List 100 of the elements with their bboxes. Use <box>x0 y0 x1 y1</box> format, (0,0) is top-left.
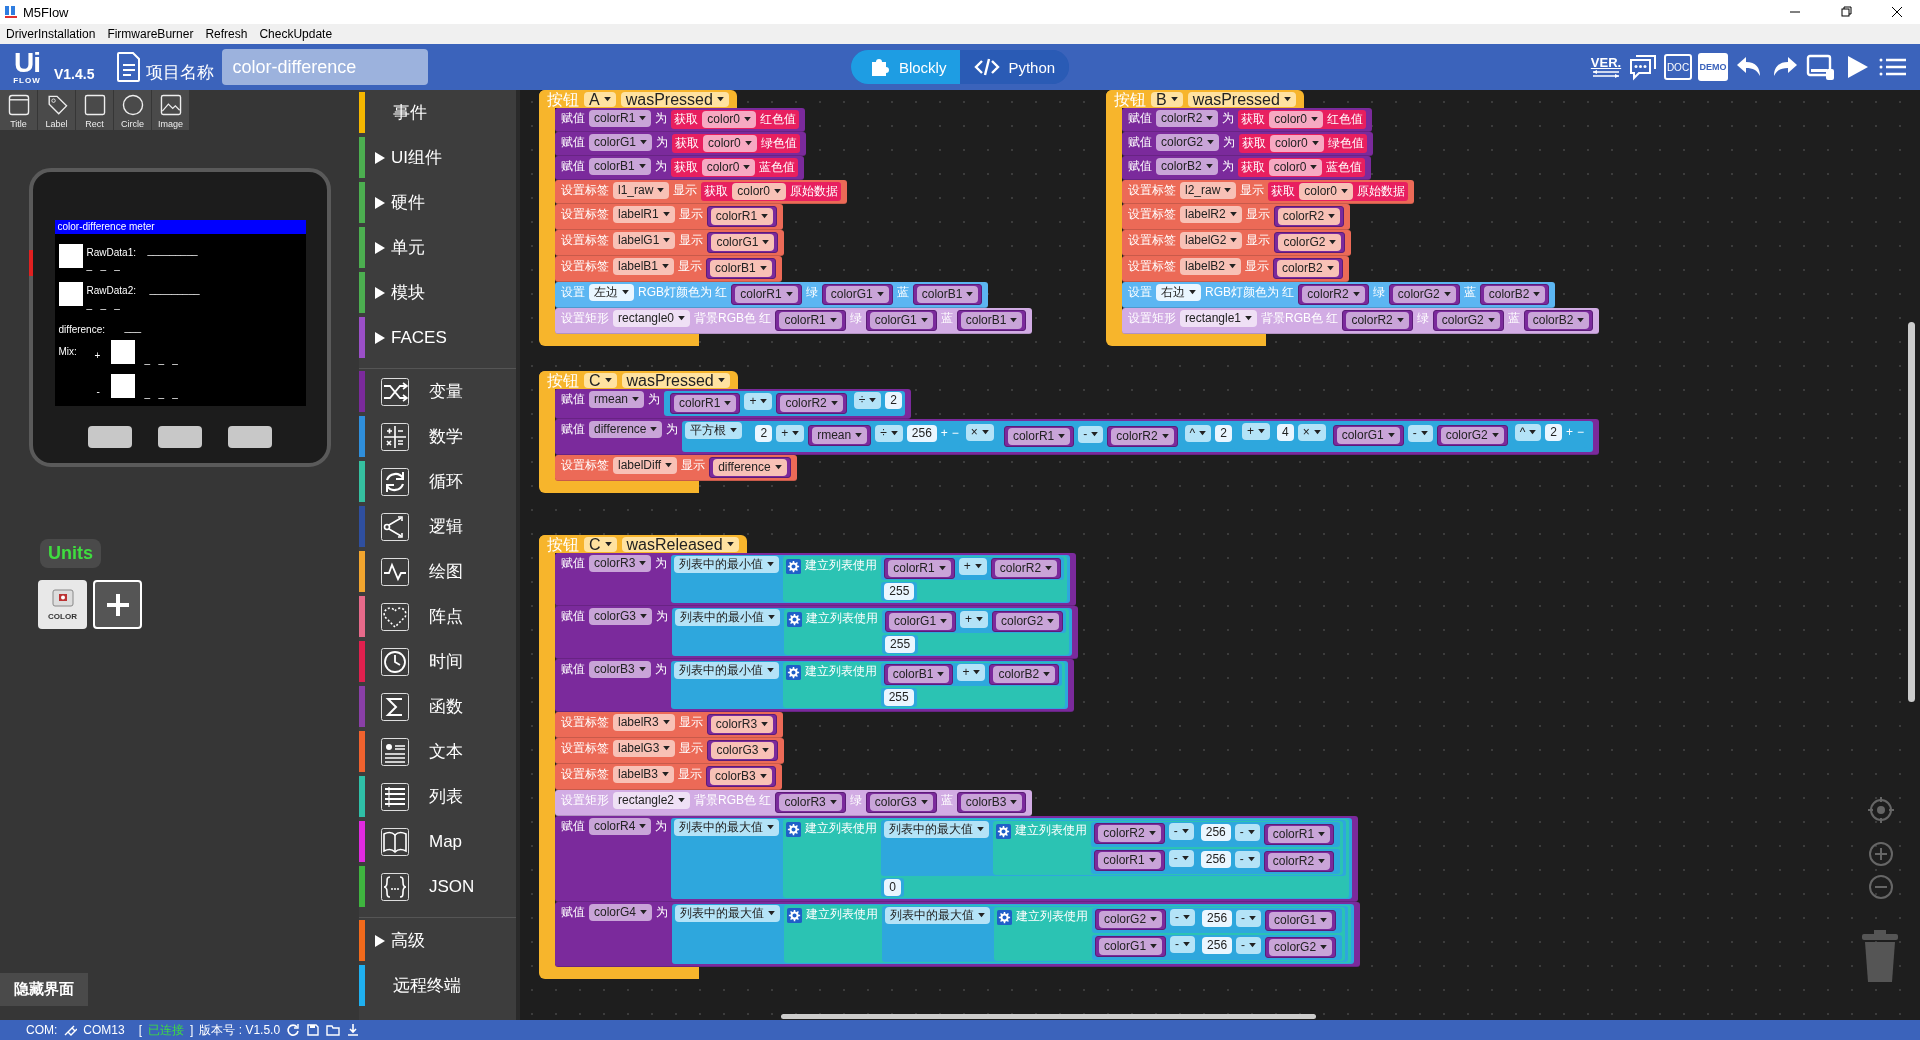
dropdown-field[interactable]: labelG3 <box>613 740 676 757</box>
list-statistic-block[interactable]: 列表中的最大值 建立列表使用 colorG2 - 256 - colorG1 colorG1 - 256 - colorG2 <box>882 906 1349 962</box>
assign-block[interactable]: 赋值 difference 为 平方根 2 + rmean ÷ 256 + − × colorR1 - colorR2 ^ 2 + 4 × colorG1 - colorG2 ^ 2 + − <box>555 419 1600 455</box>
dropdown-field[interactable]: color0 <box>1270 135 1324 152</box>
folder-icon[interactable] <box>326 1023 341 1037</box>
dropdown-field[interactable]: l2_raw <box>1180 182 1237 199</box>
dropdown-field[interactable]: 左边 <box>589 284 634 301</box>
dropdown-field[interactable]: - <box>1170 909 1196 926</box>
gear-icon[interactable] <box>997 910 1013 925</box>
dropdown-field[interactable]: - <box>1078 426 1104 443</box>
dropdown-field[interactable]: labelG2 <box>1180 232 1243 249</box>
math-block[interactable]: colorR1 + colorR2 <box>667 392 850 415</box>
number-field[interactable]: 2 <box>885 392 903 409</box>
gear-icon[interactable] <box>785 665 801 680</box>
dropdown-field[interactable]: colorR2 <box>1156 110 1219 127</box>
math-block[interactable]: colorG1 - 256 - colorG2 <box>1092 935 1343 960</box>
dropdown-field[interactable]: color0 <box>702 111 757 128</box>
dropdown-field[interactable]: + <box>776 425 805 442</box>
dropdown-field[interactable]: C <box>584 372 617 388</box>
dropdown-field[interactable]: C <box>584 536 617 552</box>
dropdown-field[interactable]: - <box>1236 910 1262 927</box>
color-sensor-block[interactable]: 获取 color0 绿色值 <box>1239 134 1367 153</box>
version-history-button[interactable]: VER. <box>1590 56 1622 78</box>
dropdown-field[interactable]: B <box>1151 91 1183 107</box>
set-label-block[interactable]: 设置标签 l2_raw 显示 获取 color0 原始数据 <box>1122 180 1415 204</box>
assign-block[interactable]: 赋值 colorR2 为 获取 color0 红色值 <box>1122 108 1373 132</box>
chat-icon[interactable] <box>1628 52 1658 82</box>
assign-block[interactable]: 赋值 rmean 为 colorR1 + colorR2 ÷ 2 <box>555 389 912 419</box>
rgb-led-block[interactable]: 设置 左边 RGB灯颜色为 红 colorR1 绿 colorG1 蓝 colorB1 <box>555 282 989 308</box>
recenter-icon[interactable] <box>1868 797 1894 823</box>
menu-item[interactable]: FirmwareBurner <box>107 27 194 41</box>
dropdown-field[interactable]: wasPressed <box>1187 91 1296 107</box>
category-item[interactable]: FACES <box>359 315 516 360</box>
dropdown-field[interactable]: colorB2 <box>1156 158 1218 175</box>
dropdown-field[interactable]: ^ <box>1514 424 1542 441</box>
category-item[interactable]: 时间 <box>359 639 516 684</box>
dropdown-field[interactable]: color0 <box>1299 183 1354 200</box>
dropdown-field[interactable]: - <box>1236 937 1262 954</box>
dropdown-field[interactable]: 列表中的最小值 <box>674 556 780 573</box>
dropdown-field[interactable]: color0 <box>703 135 757 152</box>
math-block[interactable]: colorG1 + colorG2 <box>882 610 1067 633</box>
dropdown-field[interactable]: - <box>1407 425 1433 442</box>
set-label-block[interactable]: 设置标签 labelR2 显示 colorR2 <box>1122 204 1351 230</box>
color-sensor-block[interactable]: 获取 color0 红色值 <box>671 110 800 129</box>
math-block[interactable]: colorG2 - 256 - colorG1 <box>1092 908 1343 933</box>
dropdown-field[interactable]: labelR3 <box>613 714 675 731</box>
tool-button[interactable]: Label <box>38 90 75 130</box>
number-field[interactable]: 256 <box>1202 937 1233 954</box>
dropdown-field[interactable]: colorG4 <box>589 904 653 921</box>
dropdown-field[interactable]: labelG1 <box>613 232 676 249</box>
category-item[interactable]: 循环 <box>359 459 516 504</box>
category-item[interactable]: UI组件 <box>359 135 516 180</box>
dropdown-field[interactable]: - <box>1234 824 1260 841</box>
category-item[interactable]: 列表 <box>359 774 516 819</box>
number-field[interactable]: 256 <box>906 425 937 442</box>
color-unit-button[interactable]: COLOR <box>38 580 87 629</box>
dropdown-field[interactable]: + <box>1241 423 1270 440</box>
dropdown-field[interactable]: 列表中的最大值 <box>675 905 781 922</box>
dropdown-field[interactable]: wasPressed <box>620 91 729 107</box>
math-block[interactable]: colorB1 + colorB2 <box>880 663 1063 686</box>
hide-panel-button[interactable]: 隐藏界面 <box>0 973 88 1006</box>
assign-block[interactable]: 赋值 colorR1 为 获取 color0 红色值 <box>555 108 806 132</box>
dropdown-field[interactable]: ÷ <box>853 392 882 409</box>
dropdown-field[interactable]: labelDiff <box>613 457 678 474</box>
dropdown-field[interactable]: 列表中的最大值 <box>885 907 991 924</box>
category-item[interactable]: 逻辑 <box>359 504 516 549</box>
dropdown-field[interactable]: colorG2 <box>1156 134 1220 151</box>
set-label-block[interactable]: 设置标签 labelG2 显示 colorG2 <box>1122 230 1352 256</box>
tool-button[interactable]: Title <box>0 90 37 130</box>
dropdown-field[interactable]: + <box>958 558 987 575</box>
dropdown-field[interactable]: - <box>1234 851 1260 868</box>
dropdown-field[interactable]: rmean <box>589 391 644 408</box>
category-item[interactable]: 模块 <box>359 270 516 315</box>
create-list-block[interactable]: 建立列表使用 列表中的最大值 建立列表使用 colorG2 - 256 - colorG1 colorG1 - 256 - colorG2 <box>784 905 1352 963</box>
set-rectangle-block[interactable]: 设置矩形 rectangle0 背景RGB色 红 colorR1 绿 colorG1 蓝 colorB1 <box>555 308 1033 334</box>
zoom-in-icon[interactable] <box>1868 841 1894 867</box>
dropdown-field[interactable]: wasPressed <box>621 372 730 388</box>
assign-block[interactable]: 赋值 colorB2 为 获取 color0 蓝色值 <box>1122 156 1372 180</box>
zoom-out-icon[interactable] <box>1868 874 1894 900</box>
tool-button[interactable]: Image <box>152 90 189 130</box>
dropdown-field[interactable]: labelR2 <box>1180 206 1242 223</box>
dropdown-field[interactable]: - <box>1168 823 1194 840</box>
set-label-block[interactable]: 设置标签 labelG3 显示 colorG3 <box>555 738 785 764</box>
dropdown-field[interactable]: color0 <box>1268 159 1323 176</box>
create-list-block[interactable]: 建立列表使用 colorR2 - 256 - colorR1 colorR1 - 256 - colorR2 <box>993 821 1344 875</box>
category-item[interactable]: 文本 <box>359 729 516 774</box>
dropdown-field[interactable]: + <box>744 393 773 410</box>
math-block[interactable]: colorR1 + colorR2 ÷ 2 <box>664 391 906 416</box>
menu-item[interactable]: CheckUpdate <box>259 27 333 41</box>
dropdown-field[interactable]: A <box>584 91 616 107</box>
assign-block[interactable]: 赋值 colorG4 为 列表中的最大值 建立列表使用 列表中的最大值 建立列表使用 colorG2 - 256 - colorG1 colorG1 - 256 - colorG2 <box>555 902 1361 967</box>
dropdown-field[interactable]: ^ <box>1184 425 1212 442</box>
set-label-block[interactable]: 设置标签 labelB2 显示 colorB2 <box>1122 256 1349 282</box>
dropdown-field[interactable]: + <box>957 664 986 681</box>
color-sensor-block[interactable]: 获取 color0 绿色值 <box>672 134 800 153</box>
set-label-block[interactable]: 设置标签 labelR1 显示 colorR1 <box>555 204 784 230</box>
dropdown-field[interactable]: colorR4 <box>589 818 652 835</box>
number-field[interactable]: 4 <box>1276 424 1294 441</box>
dropdown-field[interactable]: rectangle2 <box>613 792 691 809</box>
dropdown-field[interactable]: × <box>1297 424 1326 441</box>
